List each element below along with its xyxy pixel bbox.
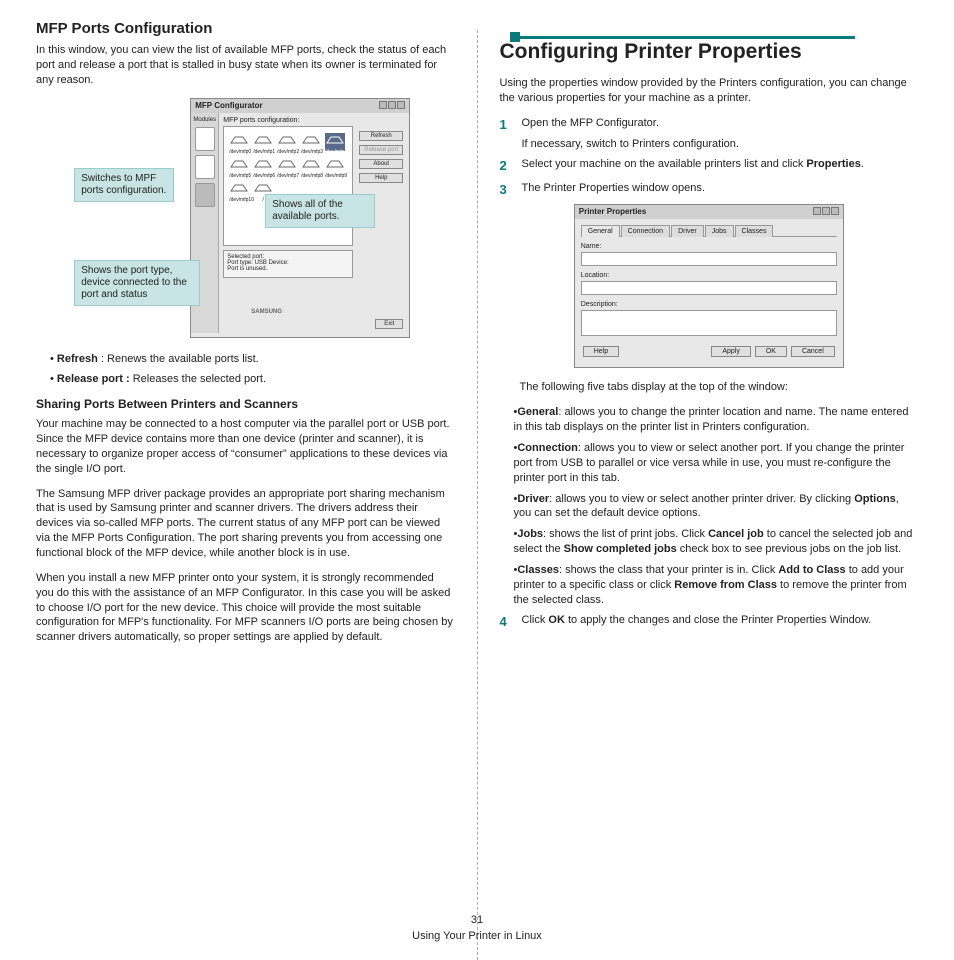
sidebar-scanners-icon[interactable] [195,155,215,179]
port-item[interactable]: /dev/mfp3 [301,133,321,151]
driver-bullet: •Driver: allows you to view or select an… [514,492,919,522]
refresh-bullet: • Refresh : Renews the available ports l… [50,352,455,367]
refresh-button[interactable]: Refresh [359,131,403,141]
mfp-window-title: MFP Configurator [195,101,262,111]
port-item-selected[interactable]: /dev/mfp4 [325,133,345,151]
port-item[interactable]: /dev/mfp6 [253,157,273,175]
connection-bullet: •Connection: allows you to view or selec… [514,441,919,486]
port-item[interactable]: /dev/mfp7 [277,157,297,175]
share-p1: Your machine may be connected to a host … [36,417,455,476]
step-3: 3 The Printer Properties window opens. [500,181,919,199]
tab-classes[interactable]: Classes [735,225,774,237]
right-column: Configuring Printer Properties Using the… [478,20,954,910]
port-item[interactable]: /dev/mfp9 [325,157,345,175]
configuring-intro: Using the properties window provided by … [500,76,919,106]
printer-properties-screenshot: Printer Properties General Connection Dr… [574,204,844,368]
step-4: 4 Click OK to apply the changes and clos… [500,613,919,631]
page-columns: MFP Ports Configuration In this window, … [0,20,954,910]
pp-ok-button[interactable]: OK [755,346,787,357]
pp-tabs: General Connection Driver Jobs Classes [581,225,837,237]
sidebar-ports-icon[interactable] [195,183,215,207]
mfp-intro: In this window, you can view the list of… [36,43,455,88]
location-input[interactable] [581,281,837,295]
tab-driver[interactable]: Driver [671,225,704,237]
about-button[interactable]: About [359,159,403,169]
window-controls[interactable] [812,207,839,217]
pp-apply-button[interactable]: Apply [711,346,751,357]
port-item[interactable]: /dev/mfp0 [229,133,249,151]
mfp-sidebar-label: Modules [193,117,216,123]
pp-help-button[interactable]: Help [583,346,619,357]
callout-shows-port: Shows the port type, device connected to… [74,260,200,306]
chapter-title: Using Your Printer in Linux [0,929,954,944]
ports-grid: /dev/mfp0 /dev/mfp1 /dev/mfp2 /dev/mfp3 … [223,126,353,246]
configuring-heading: Configuring Printer Properties [500,40,919,64]
printer-properties-window: Printer Properties General Connection Dr… [574,204,844,368]
window-controls[interactable] [378,101,405,111]
name-input[interactable] [581,252,837,266]
share-p3: When you install a new MFP printer onto … [36,571,455,645]
callout-switches: Switches to MPF ports configuration. [74,168,174,202]
callout-shows-all: Shows all of the available ports. [265,194,375,228]
name-field: Name: [581,243,837,266]
step-1: 1 Open the MFP Configurator. If necessar… [500,116,919,152]
pp-title-bar: Printer Properties [575,205,843,219]
page-footer: 31 Using Your Printer in Linux [0,913,954,944]
mfp-heading: MFP Ports Configuration [36,20,455,37]
left-column: MFP Ports Configuration In this window, … [0,20,477,910]
exit-button[interactable]: Exit [375,319,403,329]
mfp-window-title-bar: MFP Configurator [191,99,409,113]
selected-port-box: Selected port: Port type: USB Device: Po… [223,250,353,278]
description-field: Description: [581,301,837,336]
step-2: 2 Select your machine on the available p… [500,157,919,175]
mfp-buttons: Refresh Release port About Help [359,131,403,187]
section-rule [515,36,855,39]
location-field: Location: [581,272,837,295]
mfp-screenshot: Switches to MPF ports configuration. Sho… [80,98,410,338]
port-item[interactable]: /dev/mfp5 [229,157,249,175]
brand-label: SAMSUNG [251,309,282,315]
sharing-subheading: Sharing Ports Between Printers and Scann… [36,397,455,411]
tab-jobs[interactable]: Jobs [705,225,734,237]
port-item[interactable]: /dev/mfp1 [253,133,273,151]
classes-bullet: •Classes: shows the class that your prin… [514,563,919,608]
port-item[interactable]: /dev/mfp2 [277,133,297,151]
page-number: 31 [0,913,954,928]
release-port-button[interactable]: Release port [359,145,403,155]
port-item[interactable]: /dev/mfp10 [229,181,249,199]
port-item[interactable]: /dev/mfp8 [301,157,321,175]
jobs-bullet: •Jobs: shows the list of print jobs. Cli… [514,527,919,557]
description-input[interactable] [581,310,837,336]
release-bullet: • Release port : Releases the selected p… [50,372,455,387]
tab-general[interactable]: General [581,225,620,237]
general-bullet: •General: allows you to change the print… [514,405,919,435]
tabs-intro: The following five tabs display at the t… [520,380,919,395]
share-p2: The Samsung MFP driver package provides … [36,487,455,561]
tab-connection[interactable]: Connection [621,225,670,237]
pp-cancel-button[interactable]: Cancel [791,346,835,357]
help-button[interactable]: Help [359,173,403,183]
mfp-area-label: MFP ports configuration: [223,117,405,124]
pp-title: Printer Properties [579,207,647,217]
selected-port-info: Port type: USB Device: Port is unused. [227,260,349,272]
sidebar-printers-icon[interactable] [195,127,215,151]
